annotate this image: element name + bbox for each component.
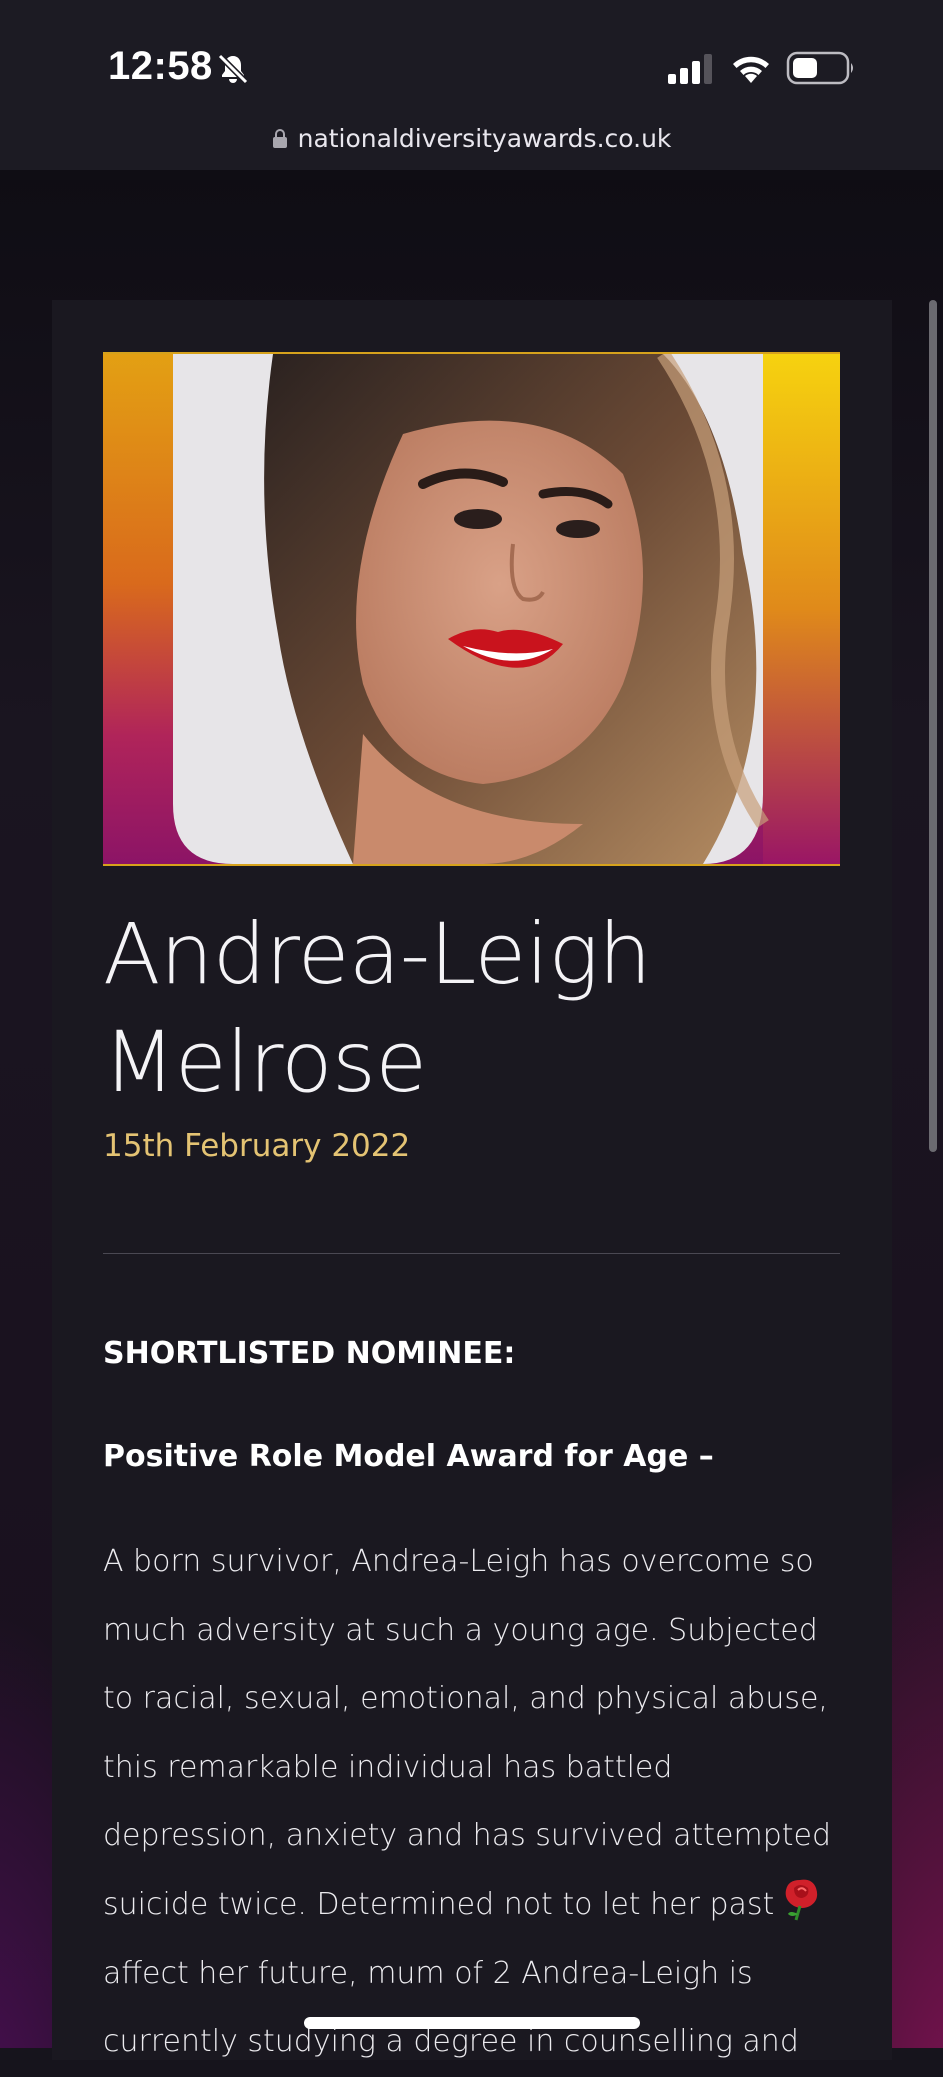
signal-icon — [668, 54, 712, 84]
bio-line-with-emoji: suicide twice. Determined not to let her… — [103, 1871, 843, 1940]
lock-icon — [272, 129, 287, 148]
bell-slash-icon — [217, 53, 249, 85]
bio-line: A born survivor, Andrea-Leigh has overco… — [103, 1544, 814, 1579]
scrollbar[interactable] — [929, 300, 937, 1152]
nominee-name-line2: Melrose — [103, 1013, 427, 1111]
home-indicator[interactable] — [304, 2017, 640, 2029]
nominee-status-label: SHORTLISTED NOMINEE: — [103, 1336, 516, 1371]
nominee-name-line1: Andrea-Leigh — [103, 905, 652, 1003]
bio-text: A born survivor, Andrea-Leigh has overco… — [103, 1528, 843, 2077]
nominee-name: Andrea-Leigh Melrose — [103, 900, 883, 1116]
nominee-photo — [103, 352, 840, 866]
bio-line: affect her future, mum of 2 Andrea-Leigh… — [103, 1955, 753, 1991]
bio-line: depression, anxiety and has survived att… — [103, 1818, 831, 1854]
bio-line: this remarkable individual has battled — [103, 1749, 673, 1785]
battery-icon — [786, 51, 853, 85]
status-time: 12:58 — [108, 44, 213, 88]
address-bar[interactable]: nationaldiversityawards.co.uk — [0, 118, 943, 158]
bio-line: to racial, sexual, emotional, and physic… — [103, 1681, 828, 1717]
url-text: nationaldiversityawards.co.uk — [297, 123, 672, 153]
divider — [103, 1253, 840, 1254]
wifi-icon — [733, 56, 769, 83]
rose-icon — [785, 1879, 818, 1921]
post-date: 15th February 2022 — [103, 1128, 411, 1164]
award-name: Positive Role Model Award for Age – — [103, 1439, 714, 1474]
bio-line: suicide twice. Determined not to let her… — [103, 1886, 775, 1922]
bio-line: much adversity at such a young age. Subj… — [103, 1612, 818, 1648]
status-bar: 12:58 nationaldiversityawards.co.uk — [0, 0, 943, 170]
